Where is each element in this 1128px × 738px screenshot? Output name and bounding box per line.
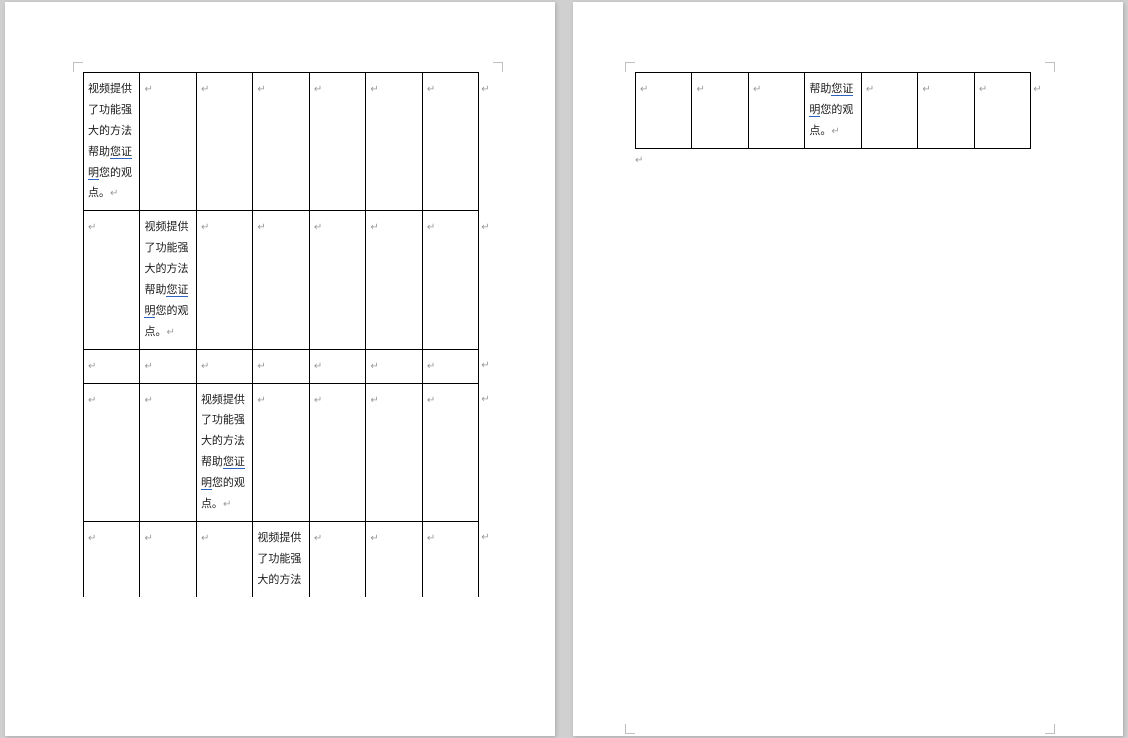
table-cell[interactable]: ↵ (974, 73, 1030, 149)
table-cell[interactable]: ↵ (84, 349, 140, 383)
table-cell[interactable]: ↵ (84, 521, 140, 596)
table-cell[interactable]: ↵ (253, 349, 309, 383)
table-cell[interactable]: ↵ (309, 211, 365, 349)
table-cell[interactable]: ↵ (422, 521, 478, 596)
page-2-content: ↵↵↵帮助您证明您的观点。↵↵↵↵↵ ↵ (635, 72, 1045, 166)
table-cell[interactable]: ↵ (422, 349, 478, 383)
table-cell[interactable]: ↵ (196, 349, 252, 383)
document-table-page1[interactable]: 视频提供了功能强大的方法帮助您证明您的观点。↵↵↵↵↵↵↵↵↵视频提供了功能强大… (83, 72, 493, 597)
table-cell[interactable]: 视频提供了功能强大的方法帮助您证明您的观点。↵ (140, 211, 196, 349)
table-cell[interactable]: 视频提供了功能强大的方法帮助您证明您的观点。↵ (84, 73, 140, 211)
table-cell[interactable]: ↵ (479, 383, 493, 521)
table-cell[interactable]: ↵ (479, 211, 493, 349)
table-row: ↵↵↵帮助您证明您的观点。↵↵↵↵↵ (636, 73, 1046, 149)
table-cell[interactable]: ↵ (1031, 73, 1045, 149)
table-cell[interactable]: ↵ (196, 73, 252, 211)
table-cell[interactable]: ↵ (309, 383, 365, 521)
crop-mark (1045, 724, 1055, 734)
page-1: 视频提供了功能强大的方法帮助您证明您的观点。↵↵↵↵↵↵↵↵↵视频提供了功能强大… (5, 2, 555, 736)
table-cell[interactable]: ↵ (253, 211, 309, 349)
table-cell[interactable]: ↵ (140, 349, 196, 383)
table-cell[interactable]: ↵ (918, 73, 974, 149)
table-cell[interactable]: ↵ (140, 73, 196, 211)
table-cell[interactable]: ↵ (196, 211, 252, 349)
table-cell[interactable]: ↵ (253, 73, 309, 211)
table-cell[interactable]: ↵ (422, 73, 478, 211)
table-cell[interactable]: ↵ (636, 73, 692, 149)
table-cell[interactable]: ↵ (309, 521, 365, 596)
table-cell[interactable]: ↵ (309, 349, 365, 383)
table-cell[interactable]: ↵ (479, 349, 493, 383)
workspace: 视频提供了功能强大的方法帮助您证明您的观点。↵↵↵↵↵↵↵↵↵视频提供了功能强大… (0, 0, 1128, 738)
table-cell[interactable]: 视频提供了功能强大的方法帮助您证明您的观点。↵ (196, 383, 252, 521)
table-cell[interactable]: ↵ (422, 211, 478, 349)
crop-mark (73, 62, 83, 72)
table-cell[interactable]: ↵ (692, 73, 748, 149)
table-row: ↵↵↵视频提供了功能强大的方法↵↵↵↵ (84, 521, 494, 596)
table-cell[interactable]: ↵ (84, 211, 140, 349)
table-row: ↵↵视频提供了功能强大的方法帮助您证明您的观点。↵↵↵↵↵↵ (84, 383, 494, 521)
table-cell[interactable]: ↵ (140, 383, 196, 521)
crop-mark (625, 724, 635, 734)
table-cell[interactable]: 帮助您证明您的观点。↵ (805, 73, 861, 149)
table-cell[interactable]: ↵ (479, 73, 493, 211)
table-cell[interactable]: ↵ (196, 521, 252, 596)
table-cell[interactable]: ↵ (366, 211, 422, 349)
table-cell[interactable]: 视频提供了功能强大的方法 (253, 521, 309, 596)
table-cell[interactable]: ↵ (253, 383, 309, 521)
table-cell[interactable]: ↵ (748, 73, 804, 149)
table-cell[interactable]: ↵ (366, 383, 422, 521)
table-cell[interactable]: ↵ (479, 521, 493, 596)
crop-mark (493, 62, 503, 72)
table-cell[interactable]: ↵ (84, 383, 140, 521)
page-1-content: 视频提供了功能强大的方法帮助您证明您的观点。↵↵↵↵↵↵↵↵↵视频提供了功能强大… (83, 72, 493, 597)
crop-mark (625, 62, 635, 72)
table-cell[interactable]: ↵ (309, 73, 365, 211)
table-cell[interactable]: ↵ (366, 521, 422, 596)
paragraph-mark-after-table[interactable]: ↵ (635, 155, 1045, 166)
page-2: ↵↵↵帮助您证明您的观点。↵↵↵↵↵ ↵ (573, 2, 1123, 736)
table-cell[interactable]: ↵ (861, 73, 917, 149)
table-cell[interactable]: ↵ (366, 349, 422, 383)
table-row: ↵↵↵↵↵↵↵↵ (84, 349, 494, 383)
document-table-page2[interactable]: ↵↵↵帮助您证明您的观点。↵↵↵↵↵ (635, 72, 1045, 149)
table-row: ↵视频提供了功能强大的方法帮助您证明您的观点。↵↵↵↵↵↵↵ (84, 211, 494, 349)
table-cell[interactable]: ↵ (422, 383, 478, 521)
table-cell[interactable]: ↵ (140, 521, 196, 596)
table-row: 视频提供了功能强大的方法帮助您证明您的观点。↵↵↵↵↵↵↵↵ (84, 73, 494, 211)
crop-mark (1045, 62, 1055, 72)
table-cell[interactable]: ↵ (366, 73, 422, 211)
